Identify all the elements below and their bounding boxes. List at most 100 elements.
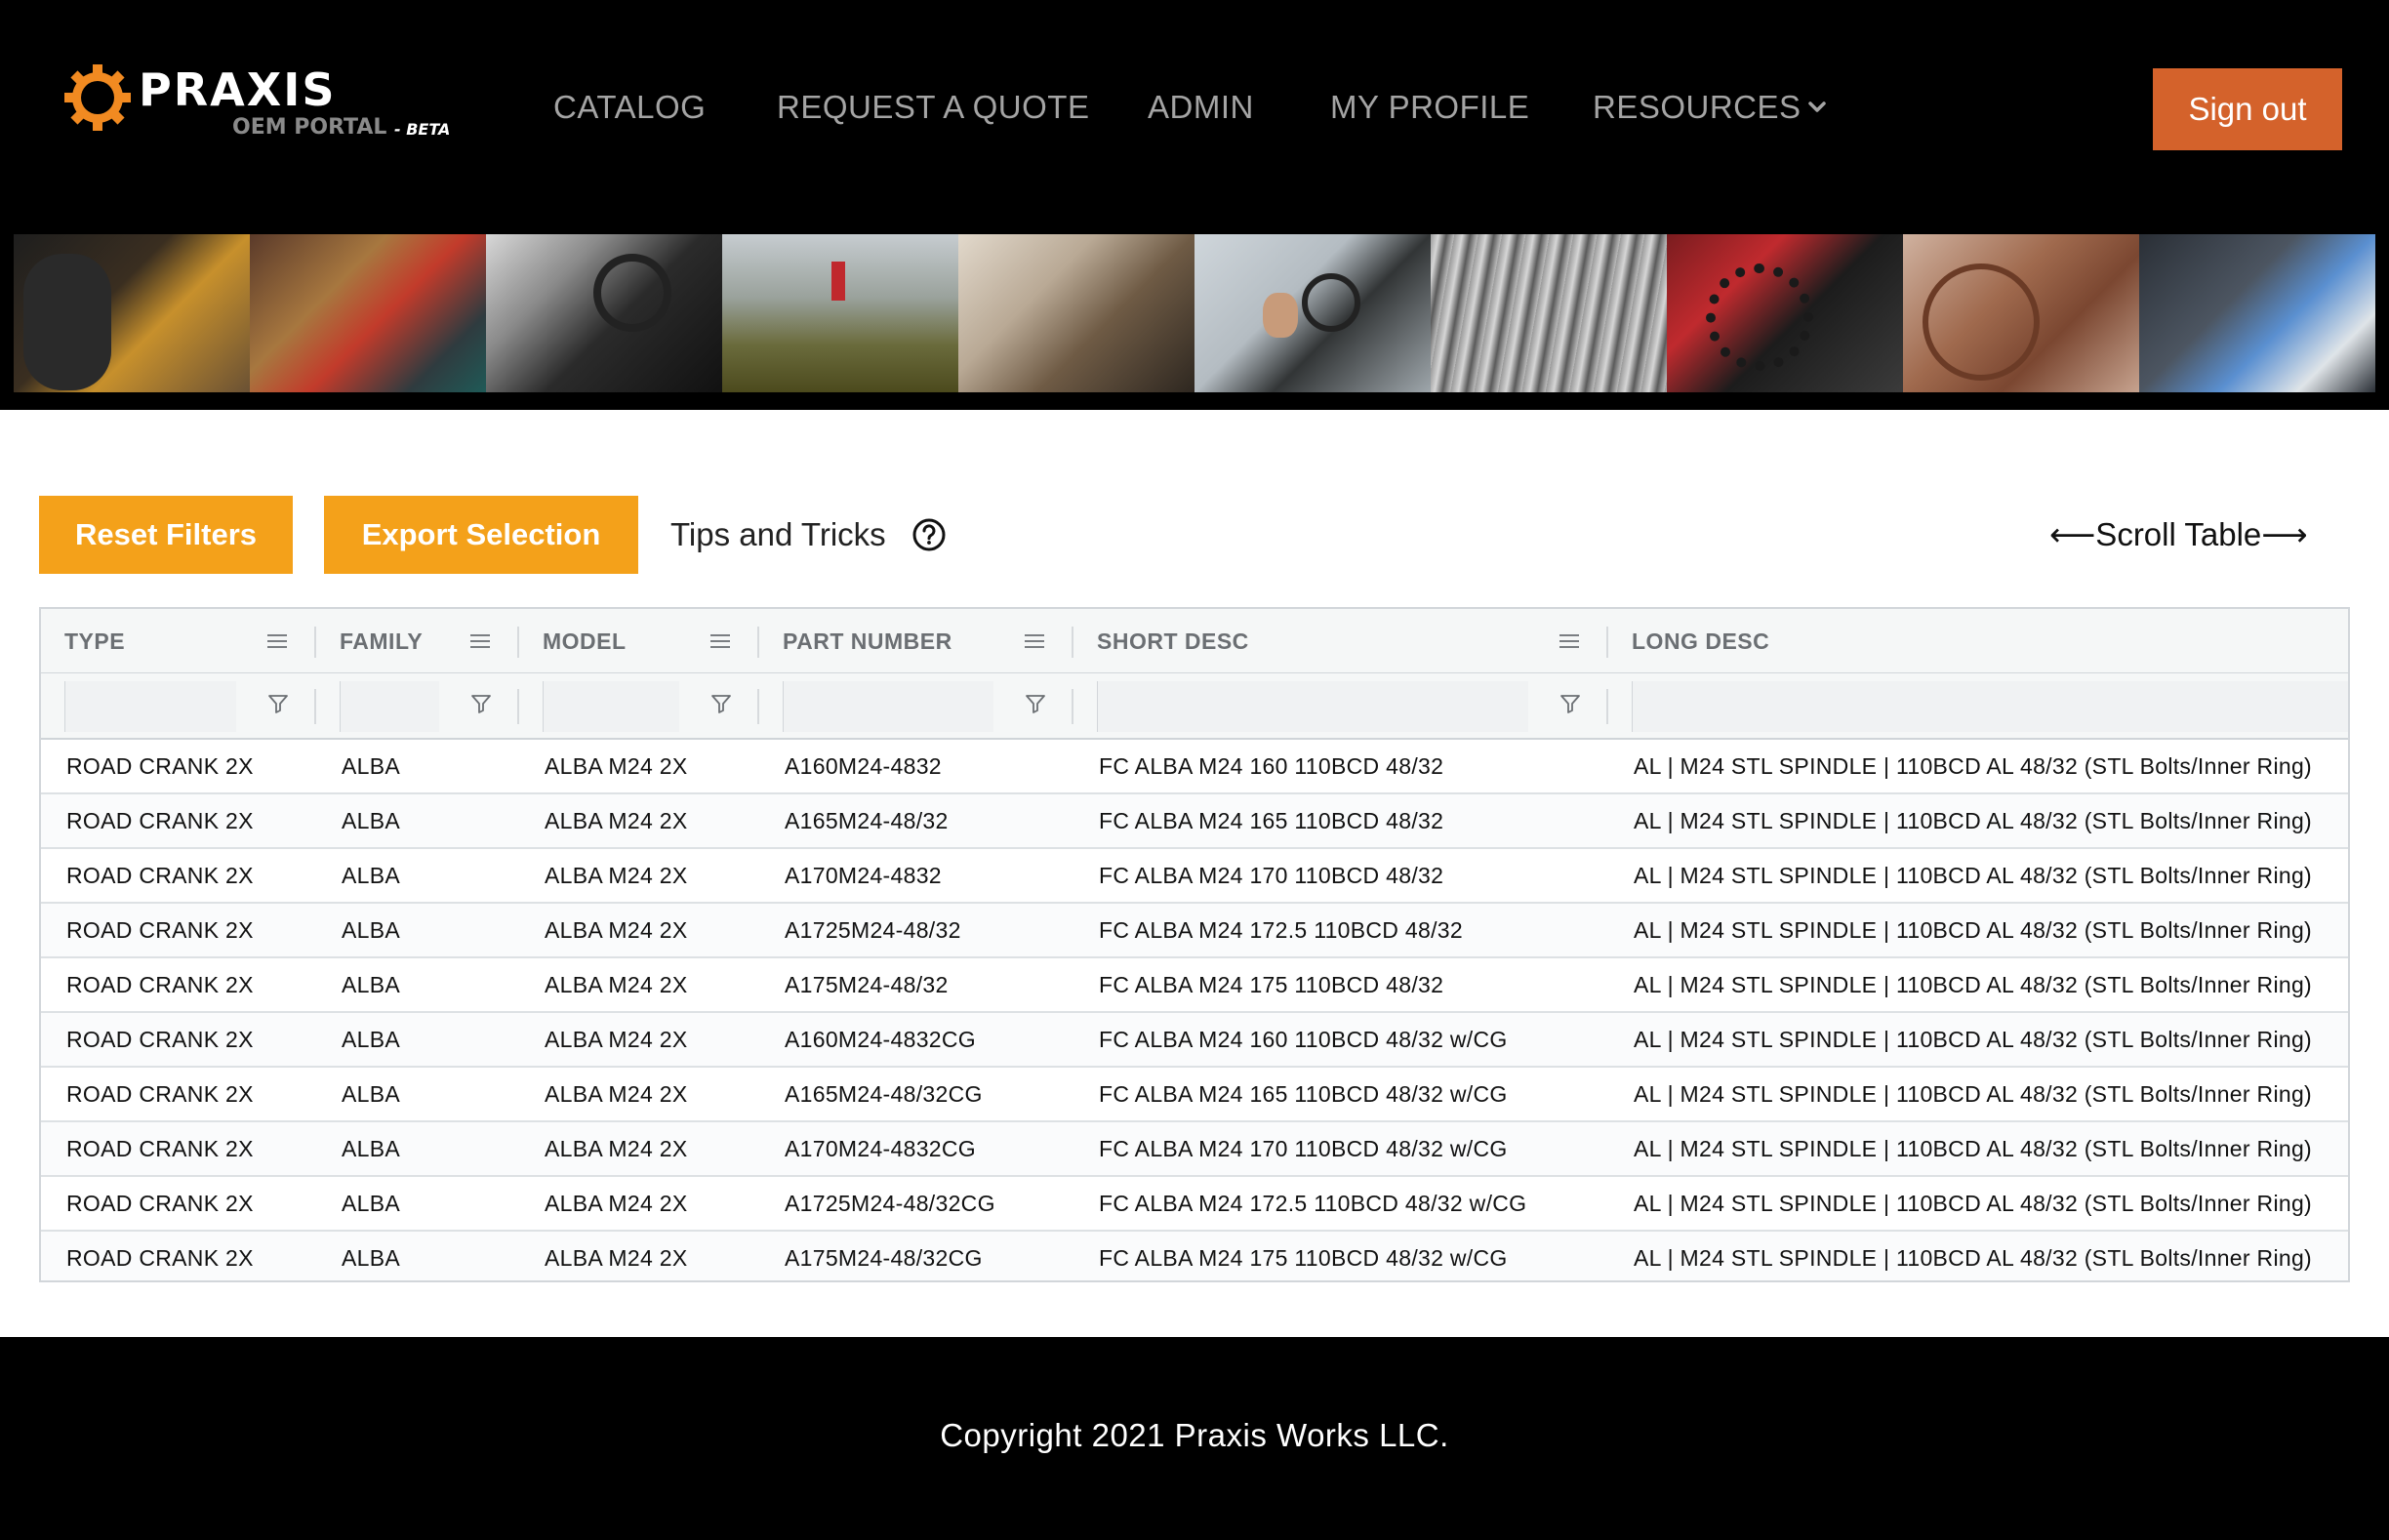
filter-icon[interactable]: [267, 693, 289, 714]
table-row[interactable]: ROAD CRANK 2X ALBA ALBA M24 2X A165M24-48/3…: [41, 1068, 2348, 1122]
column-separator[interactable]: [1606, 627, 1608, 658]
cell-family: ALBA: [342, 1081, 401, 1107]
cell-model: ALBA M24 2X: [545, 1245, 688, 1271]
cell-long-desc: AL | M24 STL SPINDLE | 110BCD AL 48/32 (…: [1634, 917, 2313, 943]
cell-part-number: A165M24-48/32CG: [785, 1081, 983, 1107]
nav-request-quote[interactable]: REQUEST A QUOTE: [777, 86, 1089, 129]
filter-row: [41, 673, 2348, 740]
column-menu-icon[interactable]: [267, 632, 287, 650]
nav-catalog[interactable]: CATALOG: [553, 86, 706, 129]
gear-logo-icon: [64, 64, 131, 131]
cell-part-number: A170M24-4832CG: [785, 1136, 976, 1161]
nav-my-profile[interactable]: MY PROFILE: [1330, 86, 1529, 129]
column-separator: [517, 689, 519, 724]
cell-short-desc: FC ALBA M24 170 110BCD 48/32: [1099, 863, 1444, 888]
cell-part-number: A175M24-48/32: [785, 972, 949, 997]
cell-short-desc: FC ALBA M24 160 110BCD 48/32: [1099, 753, 1444, 779]
banner-photo: [958, 234, 1194, 392]
nav-resources[interactable]: RESOURCES: [1593, 86, 1802, 129]
cell-type: ROAD CRANK 2X: [66, 1136, 254, 1161]
column-menu-icon[interactable]: [1025, 632, 1044, 650]
copyright-text: Copyright 2021 Praxis Works LLC.: [940, 1417, 1449, 1453]
site-footer: Copyright 2021 Praxis Works LLC.: [0, 1337, 2389, 1540]
cell-short-desc: FC ALBA M24 160 110BCD 48/32 w/CG: [1099, 1027, 1508, 1052]
cell-part-number: A175M24-48/32CG: [785, 1245, 983, 1271]
cell-family: ALBA: [342, 1027, 401, 1052]
reset-filters-button[interactable]: Reset Filters: [39, 496, 293, 574]
column-header-part-number[interactable]: PART NUMBER: [783, 609, 952, 673]
column-header-long-desc[interactable]: LONG DESC: [1632, 609, 1769, 673]
cell-family: ALBA: [342, 753, 401, 779]
filter-input-type[interactable]: [64, 681, 236, 732]
table-row[interactable]: ROAD CRANK 2X ALBA ALBA M24 2X A175M24-48/3…: [41, 1232, 2348, 1280]
banner-photo: [722, 234, 958, 392]
cell-short-desc: FC ALBA M24 172.5 110BCD 48/32 w/CG: [1099, 1191, 1527, 1216]
column-separator: [757, 689, 759, 724]
column-separator[interactable]: [757, 627, 759, 658]
banner-photo: [1431, 234, 1667, 392]
cell-long-desc: AL | M24 STL SPINDLE | 110BCD AL 48/32 (…: [1634, 1136, 2313, 1161]
table-row[interactable]: ROAD CRANK 2X ALBA ALBA M24 2X A170M24-4832…: [41, 1122, 2348, 1177]
filter-icon[interactable]: [1025, 693, 1046, 714]
sign-out-button[interactable]: Sign out: [2153, 68, 2342, 150]
filter-input-short-desc[interactable]: [1097, 681, 1528, 732]
table-row[interactable]: ROAD CRANK 2X ALBA ALBA M24 2X A165M24-48/3…: [41, 794, 2348, 849]
cell-type: ROAD CRANK 2X: [66, 972, 254, 997]
column-header-type[interactable]: TYPE: [64, 609, 125, 673]
table-row[interactable]: ROAD CRANK 2X ALBA ALBA M24 2X A160M24-4832…: [41, 740, 2348, 794]
filter-icon[interactable]: [470, 693, 492, 714]
cell-part-number: A160M24-4832: [785, 753, 942, 779]
nav-admin[interactable]: ADMIN: [1148, 86, 1254, 129]
banner-photo: [486, 234, 722, 392]
cell-part-number: A1725M24-48/32CG: [785, 1191, 995, 1216]
filter-icon[interactable]: [710, 693, 732, 714]
cell-model: ALBA M24 2X: [545, 863, 688, 888]
cell-short-desc: FC ALBA M24 165 110BCD 48/32 w/CG: [1099, 1081, 1508, 1107]
cell-family: ALBA: [342, 1245, 401, 1271]
cell-part-number: A1725M24-48/32: [785, 917, 961, 943]
table-row[interactable]: ROAD CRANK 2X ALBA ALBA M24 2X A160M24-4832…: [41, 1013, 2348, 1068]
banner-photo: [1903, 234, 2139, 392]
praxis-logo[interactable]: PRAXIS OEM PORTAL - BETA: [62, 62, 453, 150]
table-row[interactable]: ROAD CRANK 2X ALBA ALBA M24 2X A175M24-48/3…: [41, 958, 2348, 1013]
cell-type: ROAD CRANK 2X: [66, 1027, 254, 1052]
cell-type: ROAD CRANK 2X: [66, 808, 254, 833]
filter-input-family[interactable]: [340, 681, 439, 732]
scroll-table-hint: ⟵Scroll Table⟶: [2049, 516, 2308, 552]
column-menu-icon[interactable]: [1559, 632, 1579, 650]
column-header-family[interactable]: FAMILY: [340, 609, 423, 673]
column-separator[interactable]: [517, 627, 519, 658]
cell-family: ALBA: [342, 1191, 401, 1216]
cell-family: ALBA: [342, 863, 401, 888]
column-separator: [1606, 689, 1608, 724]
cell-long-desc: AL | M24 STL SPINDLE | 110BCD AL 48/32 (…: [1634, 808, 2313, 833]
table-body: ROAD CRANK 2X ALBA ALBA M24 2X A160M24-4832…: [41, 740, 2348, 1280]
filter-input-part-number[interactable]: [783, 681, 993, 732]
question-circle-icon[interactable]: [911, 517, 947, 552]
photo-banner: [14, 234, 2375, 392]
column-header-short-desc[interactable]: SHORT DESC: [1097, 609, 1249, 673]
cell-long-desc: AL | M24 STL SPINDLE | 110BCD AL 48/32 (…: [1634, 1081, 2313, 1107]
column-header-model[interactable]: MODEL: [543, 609, 627, 673]
filter-input-model[interactable]: [543, 681, 679, 732]
column-menu-icon[interactable]: [710, 632, 730, 650]
chevron-down-icon[interactable]: [1807, 98, 1827, 117]
cell-model: ALBA M24 2X: [545, 1081, 688, 1107]
cell-model: ALBA M24 2X: [545, 808, 688, 833]
column-separator[interactable]: [1072, 627, 1073, 658]
table-row[interactable]: ROAD CRANK 2X ALBA ALBA M24 2X A1725M24-48/…: [41, 1177, 2348, 1232]
cell-type: ROAD CRANK 2X: [66, 1245, 254, 1271]
cell-long-desc: AL | M24 STL SPINDLE | 110BCD AL 48/32 (…: [1634, 972, 2313, 997]
table-row[interactable]: ROAD CRANK 2X ALBA ALBA M24 2X A1725M24-48/…: [41, 904, 2348, 958]
column-menu-icon[interactable]: [470, 632, 490, 650]
column-separator[interactable]: [314, 627, 316, 658]
tips-and-tricks-link[interactable]: Tips and Tricks: [670, 511, 886, 558]
logo-wordmark: PRAXIS: [139, 63, 337, 116]
cell-short-desc: FC ALBA M24 175 110BCD 48/32: [1099, 972, 1444, 997]
banner-photo: [1194, 234, 1431, 392]
cell-short-desc: FC ALBA M24 172.5 110BCD 48/32: [1099, 917, 1463, 943]
filter-icon[interactable]: [1559, 693, 1581, 714]
filter-input-long-desc[interactable]: [1632, 681, 2348, 732]
export-selection-button[interactable]: Export Selection: [324, 496, 638, 574]
table-row[interactable]: ROAD CRANK 2X ALBA ALBA M24 2X A170M24-4832…: [41, 849, 2348, 904]
